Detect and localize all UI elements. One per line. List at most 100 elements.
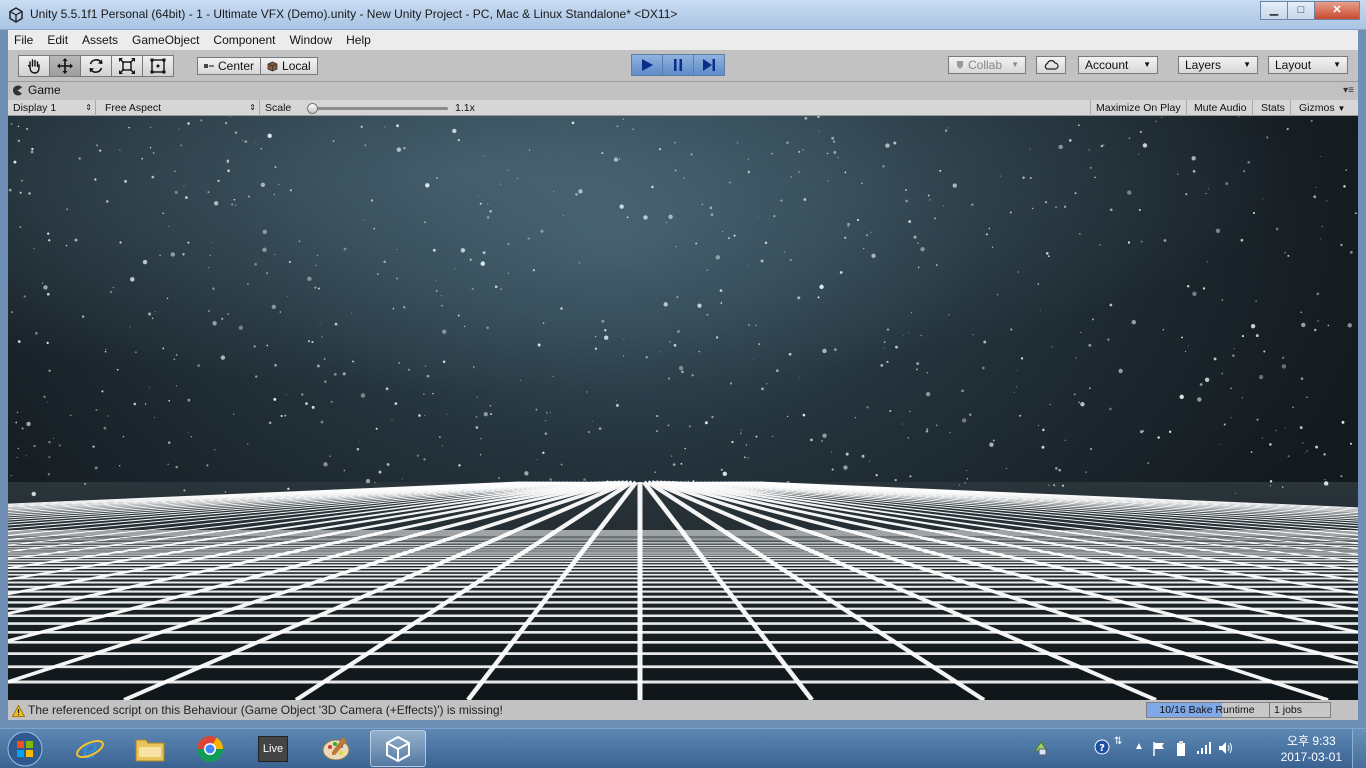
taskbar-paint[interactable] bbox=[308, 730, 364, 767]
account-label: Account bbox=[1085, 58, 1129, 72]
show-hidden-icons-icon[interactable]: ▲ bbox=[1134, 741, 1144, 752]
cloud-services-button[interactable] bbox=[1036, 56, 1066, 74]
close-button[interactable]: ✕ bbox=[1314, 1, 1360, 20]
pivot-center-label: Center bbox=[218, 59, 255, 73]
window-title-bar: Unity 5.5.1f1 Personal (64bit) - 1 - Ult… bbox=[0, 0, 1366, 30]
tab-game[interactable]: Game bbox=[12, 83, 61, 97]
bake-jobs-count: 1 jobs bbox=[1269, 703, 1302, 717]
bake-progress-label: 10/16 Bake Runtime bbox=[1159, 704, 1255, 716]
transform-tools bbox=[18, 55, 174, 77]
playmode-controls bbox=[631, 54, 725, 76]
step-button[interactable] bbox=[693, 54, 725, 76]
start-button[interactable] bbox=[2, 730, 48, 768]
display-label: Display 1 bbox=[13, 102, 57, 114]
bake-progress[interactable]: 10/16 Bake Runtime 1 jobs bbox=[1146, 702, 1331, 718]
rotate-tool-button[interactable] bbox=[80, 55, 112, 77]
maximize-on-play-toggle[interactable]: Maximize On Play bbox=[1090, 100, 1187, 116]
window-title: Unity 5.5.1f1 Personal (64bit) - 1 - Ult… bbox=[30, 7, 678, 21]
taskbar-file-explorer[interactable] bbox=[122, 730, 178, 767]
play-icon bbox=[642, 59, 653, 71]
play-button[interactable] bbox=[631, 54, 663, 76]
menu-edit[interactable]: Edit bbox=[47, 33, 68, 47]
updown-icon: ⇕ bbox=[249, 103, 256, 112]
layers-dropdown[interactable]: Layers ▼ bbox=[1178, 56, 1258, 74]
folder-icon bbox=[135, 739, 165, 761]
tab-game-label: Game bbox=[28, 83, 61, 97]
game-window: Game ▾≡ Display 1 ⇕ Free Aspect ⇕ Scale … bbox=[8, 82, 1358, 702]
taskbar-unity[interactable] bbox=[370, 730, 426, 767]
pacman-game-icon bbox=[13, 85, 22, 95]
windows-orb-icon bbox=[7, 731, 43, 767]
menu-component[interactable]: Component bbox=[213, 33, 275, 47]
tray-app-icon[interactable] bbox=[1032, 739, 1050, 757]
main-toolbar: Center Local Collab ▼ Account ▼ Layers ▼… bbox=[8, 50, 1358, 82]
maximize-button[interactable]: □ bbox=[1287, 1, 1315, 20]
help-icon[interactable]: ? bbox=[1094, 739, 1110, 755]
chevron-down-icon: ▼ bbox=[1143, 60, 1151, 69]
menu-file[interactable]: File bbox=[14, 33, 33, 47]
clock-time: 오후 9:33 bbox=[1286, 734, 1336, 748]
menu-assets[interactable]: Assets bbox=[82, 33, 118, 47]
action-center-flag-icon[interactable] bbox=[1152, 741, 1166, 757]
layout-dropdown[interactable]: Layout ▼ bbox=[1268, 56, 1348, 74]
taskbar-chrome[interactable] bbox=[182, 730, 238, 767]
scale-icon bbox=[119, 58, 135, 74]
network-signal-icon[interactable] bbox=[1196, 741, 1212, 755]
move-arrows-icon bbox=[57, 58, 73, 74]
menu-help[interactable]: Help bbox=[346, 33, 371, 47]
rect-transform-icon bbox=[150, 58, 166, 74]
updown-icon: ⇕ bbox=[85, 103, 92, 112]
menu-gameobject[interactable]: GameObject bbox=[132, 33, 199, 47]
ime-icon[interactable]: ⇅ bbox=[1114, 737, 1122, 747]
stats-toggle[interactable]: Stats bbox=[1256, 100, 1291, 116]
game-tab-bar: Game ▾≡ bbox=[8, 82, 1358, 100]
hand-tool-button[interactable] bbox=[18, 55, 50, 77]
taskbar-live[interactable]: Live bbox=[245, 730, 301, 767]
scale-label: Scale bbox=[265, 102, 292, 114]
tab-menu-icon[interactable]: ▾≡ bbox=[1343, 85, 1354, 96]
scale-slider-knob[interactable] bbox=[307, 103, 318, 114]
pause-button[interactable] bbox=[662, 54, 694, 76]
game-viewport[interactable] bbox=[8, 116, 1358, 700]
chrome-icon bbox=[196, 735, 224, 762]
aspect-dropdown[interactable]: Free Aspect ⇕ bbox=[100, 100, 260, 116]
game-scene-render bbox=[8, 116, 1358, 700]
clock[interactable]: 오후 9:33 2017-03-01 bbox=[1281, 733, 1342, 765]
device-icon[interactable] bbox=[1174, 740, 1188, 758]
game-view-toolbar: Display 1 ⇕ Free Aspect ⇕ Scale 1.1x Max… bbox=[8, 100, 1358, 116]
warning-icon bbox=[12, 705, 25, 717]
move-tool-button[interactable] bbox=[49, 55, 81, 77]
live-icon: Live bbox=[258, 735, 288, 762]
local-cube-icon bbox=[267, 61, 278, 71]
collab-dropdown[interactable]: Collab ▼ bbox=[948, 56, 1026, 74]
menu-window[interactable]: Window bbox=[289, 33, 332, 47]
chevron-down-icon: ▼ bbox=[1333, 60, 1341, 69]
volume-icon[interactable] bbox=[1218, 741, 1234, 755]
scale-slider-track[interactable] bbox=[310, 107, 448, 110]
unity-icon bbox=[386, 735, 410, 762]
mute-audio-toggle[interactable]: Mute Audio bbox=[1189, 100, 1253, 116]
pause-icon bbox=[674, 59, 682, 71]
pivot-center-toggle[interactable]: Center bbox=[197, 57, 262, 75]
unity-logo-icon bbox=[9, 7, 23, 23]
internet-explorer-icon: e bbox=[76, 735, 104, 764]
menu-bar: File Edit Assets GameObject Component Wi… bbox=[8, 30, 1358, 50]
layout-label: Layout bbox=[1275, 58, 1312, 72]
minimize-button[interactable]: ▁ bbox=[1260, 1, 1288, 20]
taskbar-internet-explorer[interactable]: e bbox=[62, 730, 118, 767]
cloud-icon bbox=[1044, 60, 1059, 70]
system-tray: ? ⇅ ▲ 오후 9:33 2017-03-01 bbox=[1026, 729, 1366, 768]
svg-text:e: e bbox=[82, 735, 97, 764]
gizmos-label: Gizmos bbox=[1299, 102, 1335, 114]
rect-tool-button[interactable] bbox=[142, 55, 174, 77]
console-warning-message[interactable]: The referenced script on this Behaviour … bbox=[28, 703, 503, 717]
scale-tool-button[interactable] bbox=[111, 55, 143, 77]
display-dropdown[interactable]: Display 1 ⇕ bbox=[8, 100, 96, 116]
windows-taskbar: e Live ? ⇅ ▲ 오후 9:33 2017-03-01 bbox=[0, 728, 1366, 768]
pivot-local-toggle[interactable]: Local bbox=[260, 57, 318, 75]
show-desktop-button[interactable] bbox=[1352, 729, 1366, 768]
svg-text:?: ? bbox=[1099, 743, 1105, 754]
chevron-down-icon: ▼ bbox=[1337, 104, 1346, 113]
account-dropdown[interactable]: Account ▼ bbox=[1078, 56, 1158, 74]
gizmos-dropdown[interactable]: Gizmos ▼ bbox=[1294, 100, 1350, 116]
